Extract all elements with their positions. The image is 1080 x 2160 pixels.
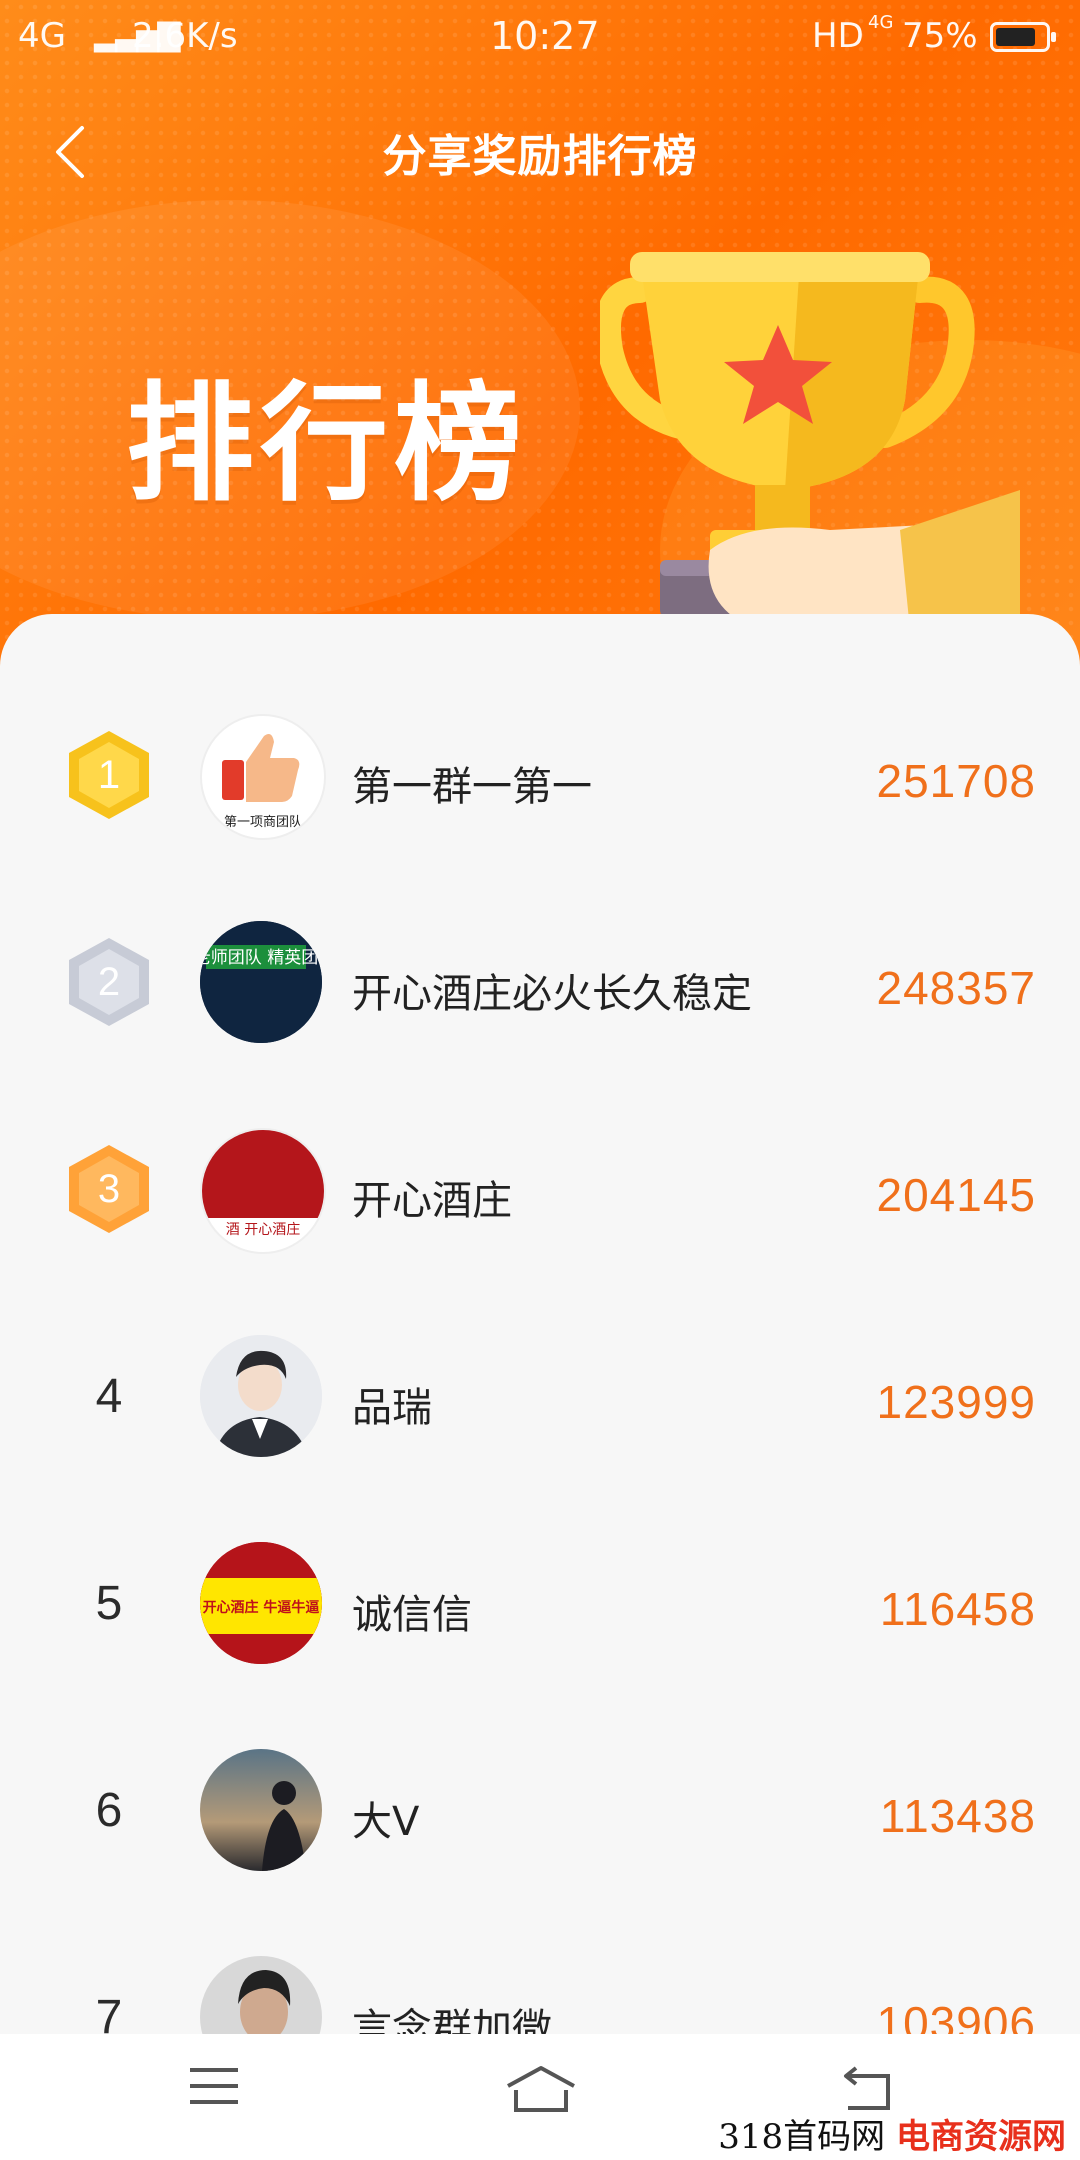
trophy-icon bbox=[600, 252, 1020, 630]
score: 248357 bbox=[876, 962, 1036, 1014]
list-item[interactable]: 5 开心酒庄 牛逼牛逼 诚信信 116458 bbox=[0, 1500, 1080, 1707]
avatar-text: 犇老师团队 精英团队 bbox=[200, 948, 322, 968]
rank-number: 1 bbox=[97, 752, 121, 797]
team-logo-icon: 犇老师团队 精英团队 bbox=[200, 921, 322, 1043]
home-icon bbox=[507, 2066, 575, 2112]
user-name: 开心酒庄必火长久稳定 bbox=[352, 971, 752, 1017]
user-name: 诚信信 bbox=[352, 1592, 472, 1638]
wine-logo-icon: 酒 开心酒庄 bbox=[202, 1130, 324, 1238]
watermark-suffix: 电商资源网 bbox=[896, 2117, 1066, 2157]
ranking-list: 1 第一项商团队 第一群一第一 251708 2 犇老师团队 精英团队 bbox=[0, 614, 1080, 2034]
avatar: 酒 开心酒庄 bbox=[200, 1128, 326, 1254]
avatar-text: 开心酒庄 牛逼牛逼 bbox=[203, 1599, 320, 1616]
page-title: 分享奖励排行榜 bbox=[382, 131, 698, 182]
avatar: 开心酒庄 牛逼牛逼 bbox=[200, 1542, 322, 1664]
list-item[interactable]: 7 言念群加微 103906 bbox=[0, 1914, 1080, 2034]
list-item[interactable]: 3 酒 开心酒庄 开心酒庄 204145 bbox=[0, 1086, 1080, 1293]
avatar: 第一项商团队 bbox=[200, 714, 326, 840]
rank-number: 2 bbox=[97, 959, 121, 1004]
system-nav-bar: 318首码网 电商资源网 bbox=[0, 2034, 1080, 2160]
user-name: 第一群一第一 bbox=[352, 764, 592, 810]
score: 251708 bbox=[876, 755, 1036, 807]
network-speed: 2.6K/s bbox=[132, 16, 238, 56]
list-item[interactable]: 4 品瑞 123999 bbox=[0, 1293, 1080, 1500]
battery-percent: 75% bbox=[902, 16, 978, 56]
thumbs-up-icon: 第一项商团队 bbox=[222, 734, 302, 830]
status-bar: 4G ▂▃▅▇ 2.6K/s 10:27 HD 4G 75% bbox=[0, 0, 1080, 76]
rank-number: 7 bbox=[95, 1991, 123, 2034]
home-button[interactable] bbox=[504, 2064, 575, 2128]
score: 113438 bbox=[879, 1790, 1036, 1842]
user-name: 言念群加微 bbox=[352, 2006, 552, 2034]
list-item[interactable]: 6 大V 113438 bbox=[0, 1707, 1080, 1914]
score: 103906 bbox=[876, 1997, 1036, 2034]
list-item[interactable]: 2 犇老师团队 精英团队 开心酒庄必火长久稳定 248357 bbox=[0, 879, 1080, 1086]
avatar bbox=[200, 1956, 322, 2034]
score: 123999 bbox=[876, 1376, 1036, 1428]
back-icon bbox=[844, 2066, 890, 2110]
person-portrait-icon bbox=[200, 1956, 322, 2034]
clock: 10:27 bbox=[490, 14, 600, 58]
watermark-prefix: 318首码网 bbox=[718, 2117, 886, 2157]
avatar bbox=[200, 1749, 322, 1871]
user-name: 开心酒庄 bbox=[352, 1178, 512, 1224]
rank-number: 4 bbox=[95, 1370, 123, 1423]
avatar-text: 酒 开心酒庄 bbox=[226, 1221, 300, 1238]
battery-icon bbox=[990, 22, 1056, 52]
watermark: 318首码网 电商资源网 bbox=[718, 2109, 1066, 2158]
menu-button[interactable] bbox=[186, 2064, 256, 2128]
wine-promo-icon: 开心酒庄 牛逼牛逼 bbox=[200, 1542, 322, 1664]
list-item[interactable]: 1 第一项商团队 第一群一第一 251708 bbox=[0, 672, 1080, 879]
network-type: 4G bbox=[18, 16, 66, 56]
header-banner: 4G ▂▃▅▇ 2.6K/s 10:27 HD 4G 75% 分享奖励排行榜 排… bbox=[0, 0, 1080, 700]
avatar: 犇老师团队 精英团队 bbox=[200, 921, 322, 1043]
user-name: 品瑞 bbox=[352, 1385, 432, 1431]
avatar bbox=[200, 1335, 322, 1457]
hd-network-indicator: 4G bbox=[868, 12, 894, 33]
menu-icon bbox=[190, 2068, 238, 2104]
rank-number: 3 bbox=[97, 1166, 121, 1211]
rank-medal-bronze: 3 bbox=[62, 1142, 156, 1236]
rank-number: 5 bbox=[95, 1577, 123, 1630]
rank-medal-gold: 1 bbox=[62, 728, 156, 822]
person-portrait-icon bbox=[200, 1335, 322, 1457]
score: 116458 bbox=[879, 1583, 1036, 1635]
banner-title: 排行榜 bbox=[126, 370, 529, 519]
silhouette-icon bbox=[200, 1749, 322, 1871]
hd-indicator: HD bbox=[812, 16, 864, 56]
rank-number: 6 bbox=[95, 1784, 123, 1837]
rank-medal-silver: 2 bbox=[62, 935, 156, 1029]
avatar-text: 第一项商团队 bbox=[224, 815, 302, 830]
score: 204145 bbox=[876, 1169, 1036, 1221]
user-name: 大V bbox=[352, 1799, 420, 1845]
